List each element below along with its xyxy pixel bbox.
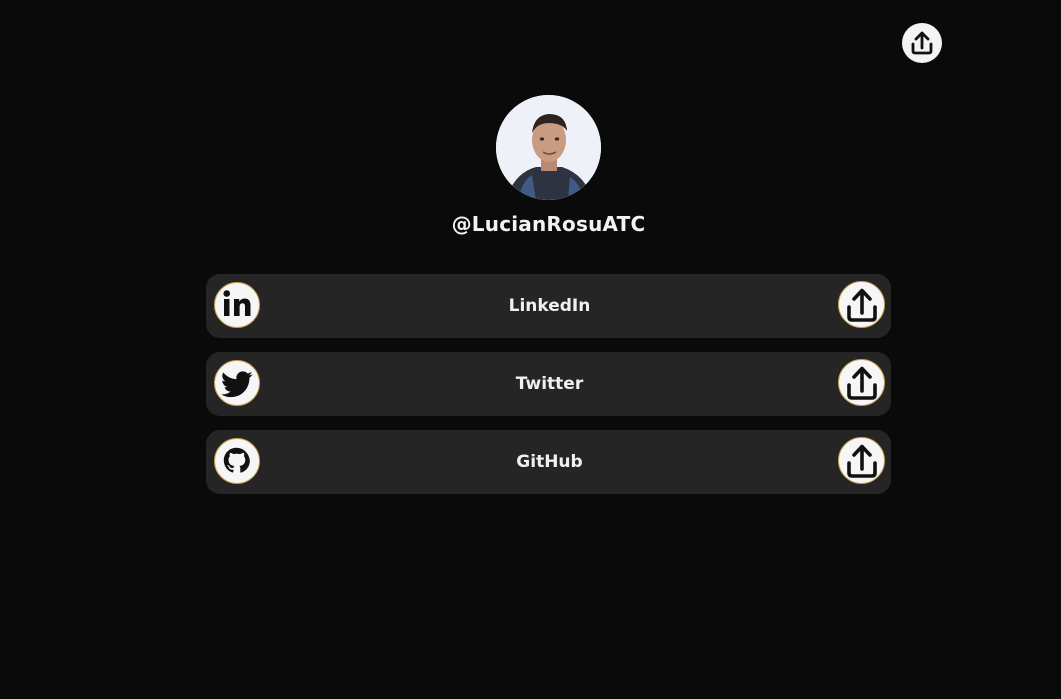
- share-button[interactable]: [838, 359, 885, 406]
- share-icon: [911, 31, 933, 55]
- link-linkedin[interactable]: LinkedIn: [206, 274, 891, 338]
- share-icon: [846, 444, 877, 478]
- link-label: LinkedIn: [508, 296, 591, 316]
- share-button[interactable]: [838, 281, 885, 328]
- share-icon: [846, 366, 877, 400]
- link-github[interactable]: GitHub: [206, 430, 891, 494]
- link-twitter[interactable]: Twitter: [206, 352, 891, 416]
- profile-handle: @LucianRosuATC: [451, 212, 646, 236]
- avatar-photo: [496, 95, 601, 200]
- links-list: LinkedIn Twitter GitHub: [206, 274, 891, 508]
- link-label: Twitter: [515, 374, 584, 394]
- share-icon: [846, 288, 877, 322]
- linktree-page: @LucianRosuATC LinkedIn Twitter GitHub: [0, 0, 1061, 699]
- avatar: [496, 95, 601, 200]
- share-button[interactable]: [838, 437, 885, 484]
- top-share-button[interactable]: [902, 23, 942, 63]
- link-label: GitHub: [516, 452, 583, 472]
